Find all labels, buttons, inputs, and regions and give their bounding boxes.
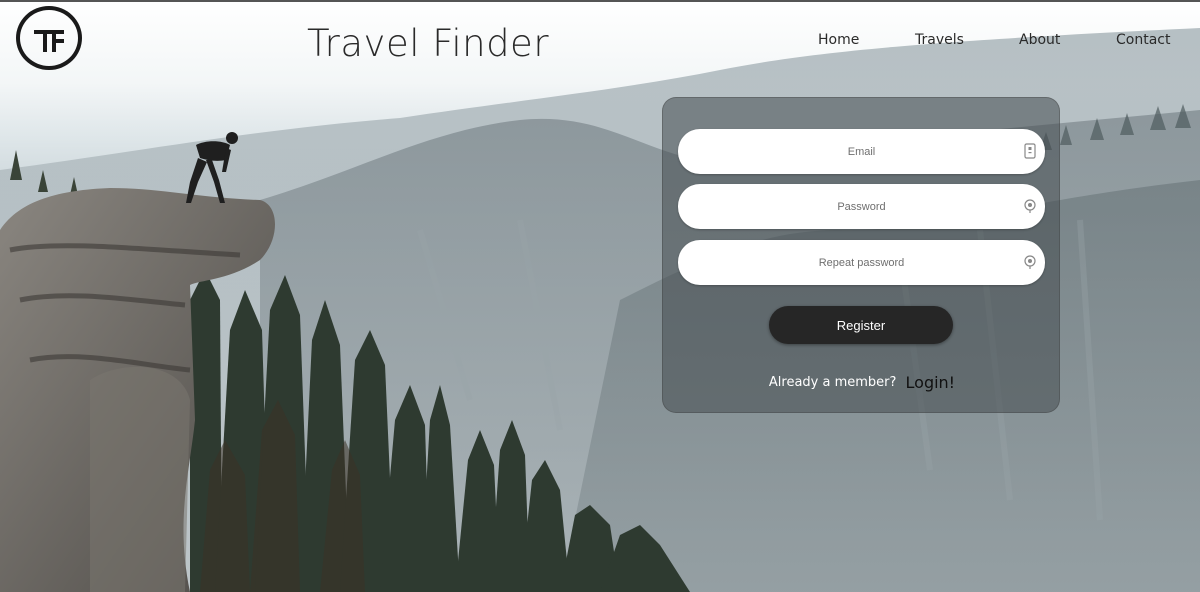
email-input[interactable] [678,129,1045,174]
password-input[interactable] [678,184,1045,229]
logo-t-bar [34,30,64,34]
key-icon [1024,199,1036,213]
nav-home-link[interactable]: Home [818,32,859,48]
email-field-wrapper [678,129,1045,174]
login-prompt-row: Already a member? Login! [663,372,1061,392]
register-card: Register Already a member? Login! [662,97,1060,413]
logo-icon[interactable] [16,6,82,70]
password-field-wrapper [678,184,1045,229]
nav-contact-link[interactable]: Contact [1116,32,1170,48]
repeat-password-field-wrapper [678,240,1045,285]
logo-f-bar [52,39,64,43]
logo-t-stem [43,30,47,52]
login-link[interactable]: Login! [906,373,956,392]
register-button[interactable]: Register [769,306,953,344]
repeat-password-input[interactable] [678,240,1045,285]
member-prompt-text: Already a member? [768,375,897,390]
nav-travels-link[interactable]: Travels [915,32,964,48]
site-title: Travel Finder [307,22,550,65]
key-icon [1024,255,1036,269]
top-border-line [0,0,1200,2]
id-card-icon [1024,143,1036,159]
nav-about-link[interactable]: About [1019,32,1060,48]
